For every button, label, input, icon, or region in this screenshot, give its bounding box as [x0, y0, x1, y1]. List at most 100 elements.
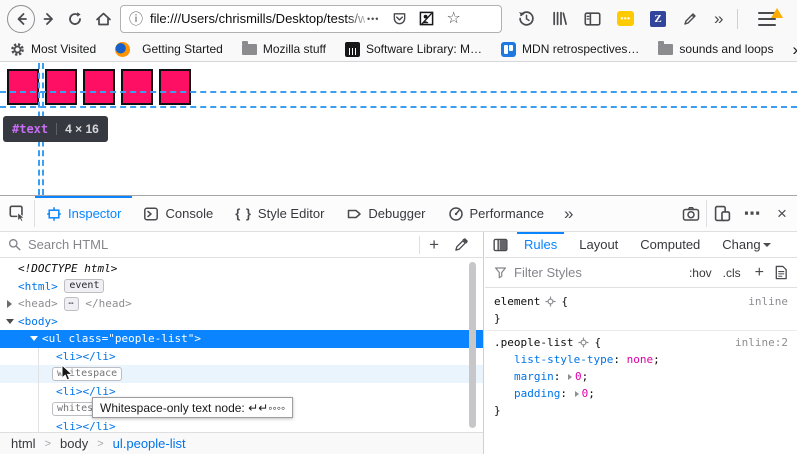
- bookmark-mozilla-stuff[interactable]: Mozilla stuff: [242, 42, 326, 56]
- back-button[interactable]: [7, 5, 35, 33]
- rule-selector-line[interactable]: element { inline: [485, 293, 797, 310]
- page-actions-icon[interactable]: •••: [367, 14, 379, 24]
- markup-row-li[interactable]: <li></li>: [0, 418, 483, 433]
- tab-inspector[interactable]: Inspector: [35, 196, 132, 231]
- markup-row-html[interactable]: <html> event: [0, 278, 483, 296]
- head-close-tag: </head>: [85, 297, 131, 310]
- reload-button[interactable]: [67, 11, 83, 27]
- devtools-options-icon[interactable]: ⋯: [737, 196, 767, 231]
- property-name: list-style-type: [514, 351, 613, 368]
- bookmark-mdn-retrospectives[interactable]: MDN retrospectives…: [501, 42, 639, 57]
- highlighter-infobar: #text 4 × 16: [3, 116, 108, 142]
- new-stylesheet-icon[interactable]: [774, 265, 788, 280]
- bookmarks-toolbar: Most Visited Getting Started Mozilla stu…: [0, 37, 797, 62]
- add-rule-button[interactable]: +: [755, 264, 764, 282]
- pocket-icon[interactable]: [392, 11, 407, 26]
- breadcrumb-item-html[interactable]: html: [11, 436, 36, 451]
- bookmark-most-visited[interactable]: Most Visited: [10, 42, 96, 57]
- chevron-down-icon: [763, 243, 771, 247]
- property-name: padding: [514, 385, 560, 402]
- declaration[interactable]: padding: 0;: [485, 385, 797, 402]
- tab-changes[interactable]: Chang: [711, 232, 774, 257]
- bookmark-getting-started[interactable]: Getting Started: [115, 42, 223, 57]
- rule-source-link[interactable]: inline: [748, 293, 788, 310]
- breadcrumb-item-ul[interactable]: ul.people-list: [113, 436, 186, 451]
- markup-row-head[interactable]: <head> ⋯ </head>: [0, 295, 483, 313]
- property-value: none: [627, 351, 654, 368]
- url-text[interactable]: file:///Users/chrismills/Desktop/tests/w: [150, 11, 365, 26]
- filter-styles-input[interactable]: Filter Styles: [514, 265, 678, 280]
- sidebar-toggle-icon[interactable]: [584, 11, 601, 27]
- edit-pencil-icon[interactable]: [682, 11, 698, 27]
- tab-performance[interactable]: Performance: [437, 196, 555, 231]
- highlight-selector-icon[interactable]: [545, 296, 556, 307]
- rule-selector: .people-list: [494, 334, 573, 351]
- search-input[interactable]: Search HTML: [28, 237, 419, 252]
- tab-console[interactable]: Console: [132, 196, 224, 231]
- rule-selector-line[interactable]: .people-list { inline:2: [485, 334, 797, 351]
- declaration[interactable]: list-style-type: none;: [485, 351, 797, 368]
- tabs-overflow-icon[interactable]: »: [555, 196, 582, 231]
- bookmarks-overflow-icon[interactable]: »: [792, 41, 797, 58]
- expand-sidebar-icon[interactable]: [493, 238, 508, 252]
- markup-row-ul-selected[interactable]: <ul class="people-list">: [0, 330, 483, 348]
- highlighter-guide-horizontal: [0, 106, 797, 108]
- expander-icon[interactable]: [6, 319, 14, 324]
- pick-element-button[interactable]: [0, 196, 34, 231]
- eyedropper-icon[interactable]: [454, 237, 469, 252]
- breadcrumb-item-body[interactable]: body: [60, 436, 88, 451]
- responsive-design-button[interactable]: [707, 196, 737, 231]
- toolbar-overflow-icon[interactable]: »: [714, 10, 723, 27]
- markup-row-li[interactable]: <li></li>: [0, 348, 483, 366]
- expander-icon[interactable]: [7, 300, 12, 308]
- bookmark-label: MDN retrospectives…: [522, 42, 639, 56]
- expander-icon[interactable]: [30, 336, 38, 341]
- highlighter-node-name: #text: [12, 122, 48, 136]
- class-toggle[interactable]: .cls: [723, 266, 741, 280]
- screenshot-button[interactable]: [676, 196, 706, 231]
- bookmark-star-icon[interactable]: ☆: [446, 11, 460, 27]
- highlight-selector-icon[interactable]: [578, 337, 589, 348]
- menu-button[interactable]: [752, 12, 782, 26]
- mouse-cursor: [61, 364, 74, 382]
- debugger-icon: [346, 206, 362, 222]
- search-row: Search HTML +: [0, 232, 483, 258]
- tab-style-editor[interactable]: { } Style Editor: [224, 196, 335, 231]
- site-info-icon[interactable]: ⓘ: [129, 9, 143, 29]
- property-name: margin: [514, 368, 554, 385]
- home-button[interactable]: [95, 11, 112, 27]
- library-building-icon: [345, 42, 360, 57]
- history-icon[interactable]: [518, 10, 535, 27]
- add-node-button[interactable]: +: [420, 235, 448, 255]
- tab-rules[interactable]: Rules: [513, 232, 568, 257]
- search-icon: [8, 238, 21, 251]
- extension-icon[interactable]: [419, 11, 434, 26]
- forward-icon: [41, 11, 57, 27]
- tab-debugger[interactable]: Debugger: [335, 196, 436, 231]
- html-tag: <html>: [18, 280, 58, 293]
- library-icon[interactable]: [551, 10, 568, 27]
- bookmark-software-library[interactable]: Software Library: M…: [345, 42, 482, 57]
- pseudo-class-toggle[interactable]: :hov: [689, 266, 712, 280]
- zotero-extension-icon[interactable]: Z: [650, 11, 666, 27]
- markup-row-body[interactable]: <body>: [0, 313, 483, 331]
- declaration[interactable]: margin: 0;: [485, 368, 797, 385]
- collapsed-content-badge[interactable]: ⋯: [64, 297, 78, 311]
- tab-computed[interactable]: Computed: [629, 232, 711, 257]
- braces-icon: { }: [235, 206, 252, 221]
- extension-dots-icon[interactable]: •••: [617, 11, 634, 26]
- markup-row-doctype[interactable]: <!DOCTYPE html>: [0, 260, 483, 278]
- expand-value-icon[interactable]: [568, 374, 572, 380]
- forward-button[interactable]: [41, 11, 57, 27]
- ul-tag: <ul class="people-list">: [42, 332, 201, 345]
- tab-layout[interactable]: Layout: [568, 232, 629, 257]
- expand-value-icon[interactable]: [575, 391, 579, 397]
- close-devtools-icon[interactable]: ×: [767, 196, 797, 231]
- scrollbar-thumb[interactable]: [469, 262, 476, 428]
- bookmark-sounds-and-loops[interactable]: sounds and loops: [658, 42, 773, 56]
- url-bar[interactable]: ⓘ file:///Users/chrismills/Desktop/tests…: [120, 5, 502, 33]
- rule-source-link[interactable]: inline:2: [735, 334, 788, 351]
- event-badge[interactable]: event: [64, 279, 104, 293]
- highlighter-guide-horizontal: [0, 91, 797, 93]
- highlighter-dimensions: 4 × 16: [65, 122, 99, 136]
